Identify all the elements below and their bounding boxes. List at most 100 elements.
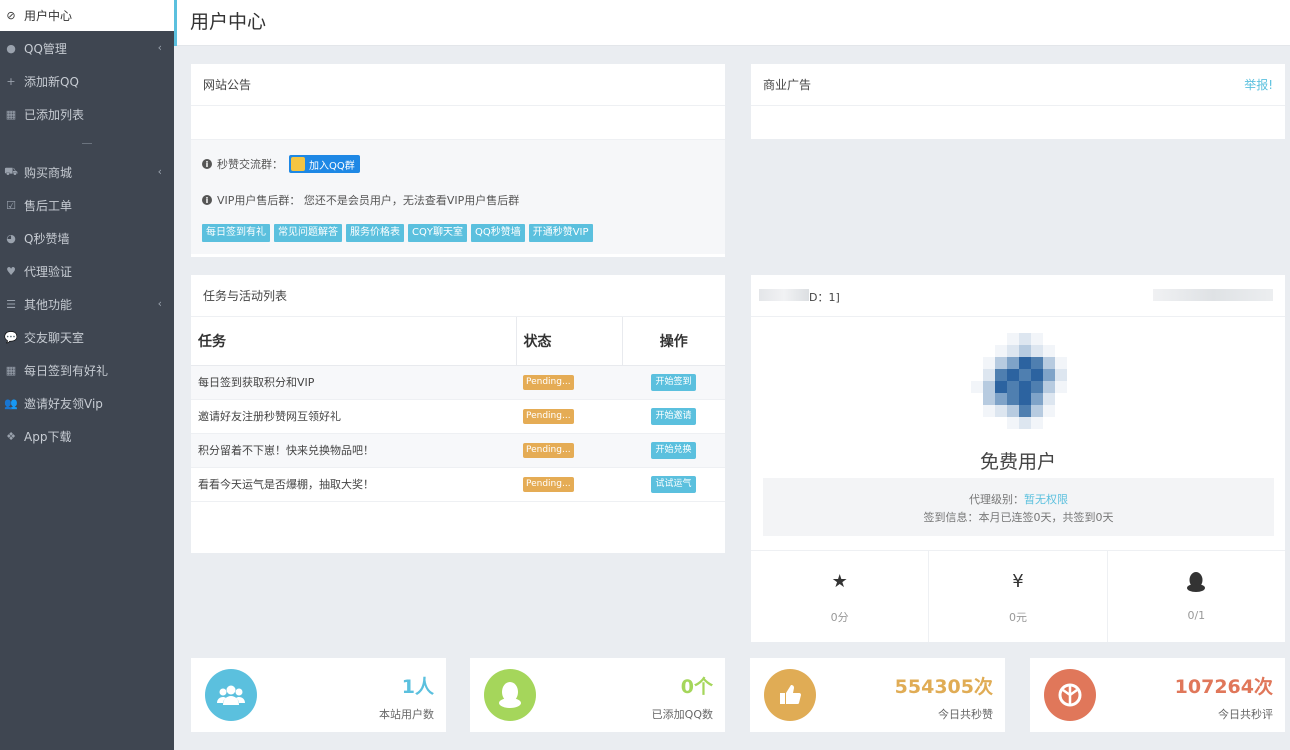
sidebar-item-checkin[interactable]: ▦ 每日签到有好礼 (0, 354, 174, 387)
sidebar-item-invite[interactable]: 👥 邀请好友领Vip (0, 387, 174, 420)
qq-quota-value: 0/1 (1187, 609, 1206, 622)
balance-value: 0元 (1008, 611, 1027, 624)
avatar-pixel (1019, 333, 1031, 345)
sidebar-item-chatroom[interactable]: 💬 交友聊天室 (0, 321, 174, 354)
thumbs-up-icon (764, 669, 816, 721)
avatar-pixel (995, 333, 1007, 345)
quick-link-faq[interactable]: 常见问题解答 (274, 224, 342, 242)
quick-link-price[interactable]: 服务价格表 (346, 224, 404, 242)
sidebar-item-label: Q秒赞墙 (24, 232, 70, 246)
sidebar-item-like-wall[interactable]: ◕ Q秒赞墙 (0, 222, 174, 255)
comment-icon: 💬 (4, 331, 18, 344)
exchange-button[interactable]: 开始兑换 (651, 441, 696, 459)
qq-icon: ● (6, 42, 16, 55)
avatar-pixel (1007, 393, 1019, 405)
group-label: 秒赞交流群： (217, 158, 283, 171)
avatar-pixel (1055, 381, 1067, 393)
avatar-pixel (1055, 357, 1067, 369)
quick-link-chatroom[interactable]: CQY聊天室 (408, 224, 467, 242)
avatar-pixel (1055, 333, 1067, 345)
task-action-cell: 试试运气 (622, 467, 725, 502)
check-square-icon: ☑ (6, 199, 16, 212)
chevron-left-icon: ‹ (157, 41, 162, 54)
user-id: D：1] (809, 291, 840, 304)
lottery-button[interactable]: 试试运气 (651, 475, 696, 493)
avatar-pixel (1043, 369, 1055, 381)
table-row: 积分留着不下崽！快来兑换物品吧！ Pending... 开始兑换 (191, 433, 725, 468)
notice-body (191, 106, 725, 139)
sidebar-item-add-qq[interactable]: + 添加新QQ (0, 65, 174, 98)
task-name: 邀请好友注册秒赞网互领好礼 (191, 399, 516, 434)
avatar-pixel (971, 393, 983, 405)
star-icon: ★ (831, 571, 848, 592)
task-name: 看看今天运气是否爆棚，抽取大奖！ (191, 467, 516, 502)
avatar-pixel (1019, 405, 1031, 417)
users-count-label: 本站用户数 (379, 708, 434, 721)
avatar-pixel (971, 369, 983, 381)
agent-level: 代理级别：暂无权限 (763, 491, 1274, 509)
avatar-pixel (1031, 333, 1043, 345)
yen-icon: ¥ (1012, 571, 1024, 592)
column-task: 任务 (191, 317, 517, 366)
tasks-header: 任务与活动列表 (191, 275, 725, 317)
quick-link-checkin[interactable]: 每日签到有礼 (202, 224, 270, 242)
sidebar: ⊘ 用户中心 ● QQ管理 ‹ + 添加新QQ ▦ 已添加列表 ⛟ 购买商城 ‹… (0, 0, 174, 750)
sidebar-divider (0, 131, 174, 156)
sidebar-item-added-list[interactable]: ▦ 已添加列表 (0, 98, 174, 131)
report-link[interactable]: 举报! (1244, 76, 1273, 93)
likes-count-label: 今日共秒赞 (938, 708, 993, 721)
avatar-pixel (971, 417, 983, 429)
join-qq-group-button[interactable]: 加入QQ群 (289, 155, 360, 173)
stat-card-qq: 0个 已添加QQ数 (470, 658, 725, 732)
avatar-pixel (1043, 357, 1055, 369)
tasks-panel: 任务与活动列表 任务 状态 操作 每日签到获取积分和VIP Pending...… (191, 275, 725, 553)
sidebar-item-agent-verify[interactable]: ♥ 代理验证 (0, 255, 174, 288)
avatar-pixel (1031, 393, 1043, 405)
checkin-button[interactable]: 开始签到 (651, 373, 696, 391)
avatar-pixel (1043, 345, 1055, 357)
qq-count-label: 已添加QQ数 (651, 708, 713, 721)
checkin-info: 签到信息：本月已连签0天，共签到0天 (923, 511, 1114, 524)
comments-count: 107264次 (1174, 676, 1273, 698)
quick-link-like-wall[interactable]: QQ秒赞墙 (470, 224, 525, 242)
sidebar-item-shop[interactable]: ⛟ 购买商城 ‹ (0, 156, 174, 189)
sidebar-item-ticket[interactable]: ☑ 售后工单 (0, 189, 174, 222)
avatar-pixel (1055, 417, 1067, 429)
avatar-pixel (1007, 381, 1019, 393)
avatar-pixel (1007, 345, 1019, 357)
points-stat: ★ 0分 (751, 551, 930, 642)
user-info-box: 代理级别：暂无权限 签到信息：本月已连签0天，共签到0天 (763, 478, 1274, 536)
avatar-pixel (1019, 381, 1031, 393)
avatar-pixel (1043, 405, 1055, 417)
stat-card-likes: 554305次 今日共秒赞 (750, 658, 1005, 732)
qq-icon (484, 669, 536, 721)
sidebar-item-label: QQ管理 (24, 42, 67, 56)
tasks-title: 任务与活动列表 (203, 289, 288, 303)
comments-count-label: 今日共秒评 (1218, 708, 1273, 721)
sidebar-item-user-center[interactable]: ⊘ 用户中心 (0, 0, 174, 31)
chat-icon: ◕ (6, 232, 16, 245)
avatar-pixel (983, 357, 995, 369)
table-row: 每日签到获取积分和VIP Pending... 开始签到 (191, 365, 725, 400)
quick-link-vip[interactable]: 开通秒赞VIP (528, 224, 593, 242)
rebel-icon (1044, 669, 1096, 721)
task-action-cell: 开始兑换 (622, 433, 725, 468)
invite-button[interactable]: 开始邀请 (651, 407, 696, 425)
user-type: 免费用户 (979, 451, 1056, 473)
avatar-pixel (1055, 405, 1067, 417)
notice-title: 网站公告 (191, 64, 725, 106)
sidebar-item-app[interactable]: ❖ App下载 (0, 420, 174, 453)
table-icon: ▦ (5, 364, 17, 377)
status-badge: Pending... (523, 409, 574, 424)
sidebar-item-qq-manage[interactable]: ● QQ管理 ‹ (0, 32, 174, 65)
stat-card-users: 1人 本站用户数 (191, 658, 446, 732)
header-accent (174, 0, 177, 46)
sidebar-item-other[interactable]: ☰ 其他功能 ‹ (0, 288, 174, 321)
profile-header: D：1] (751, 275, 1285, 317)
avatar-pixel (983, 417, 995, 429)
column-action: 操作 (622, 317, 725, 366)
sidebar-item-label: 每日签到有好礼 (24, 364, 109, 378)
status-badge: Pending... (523, 477, 574, 492)
chevron-left-icon: ‹ (157, 297, 162, 310)
agent-level-value[interactable]: 暂无权限 (1024, 493, 1068, 506)
